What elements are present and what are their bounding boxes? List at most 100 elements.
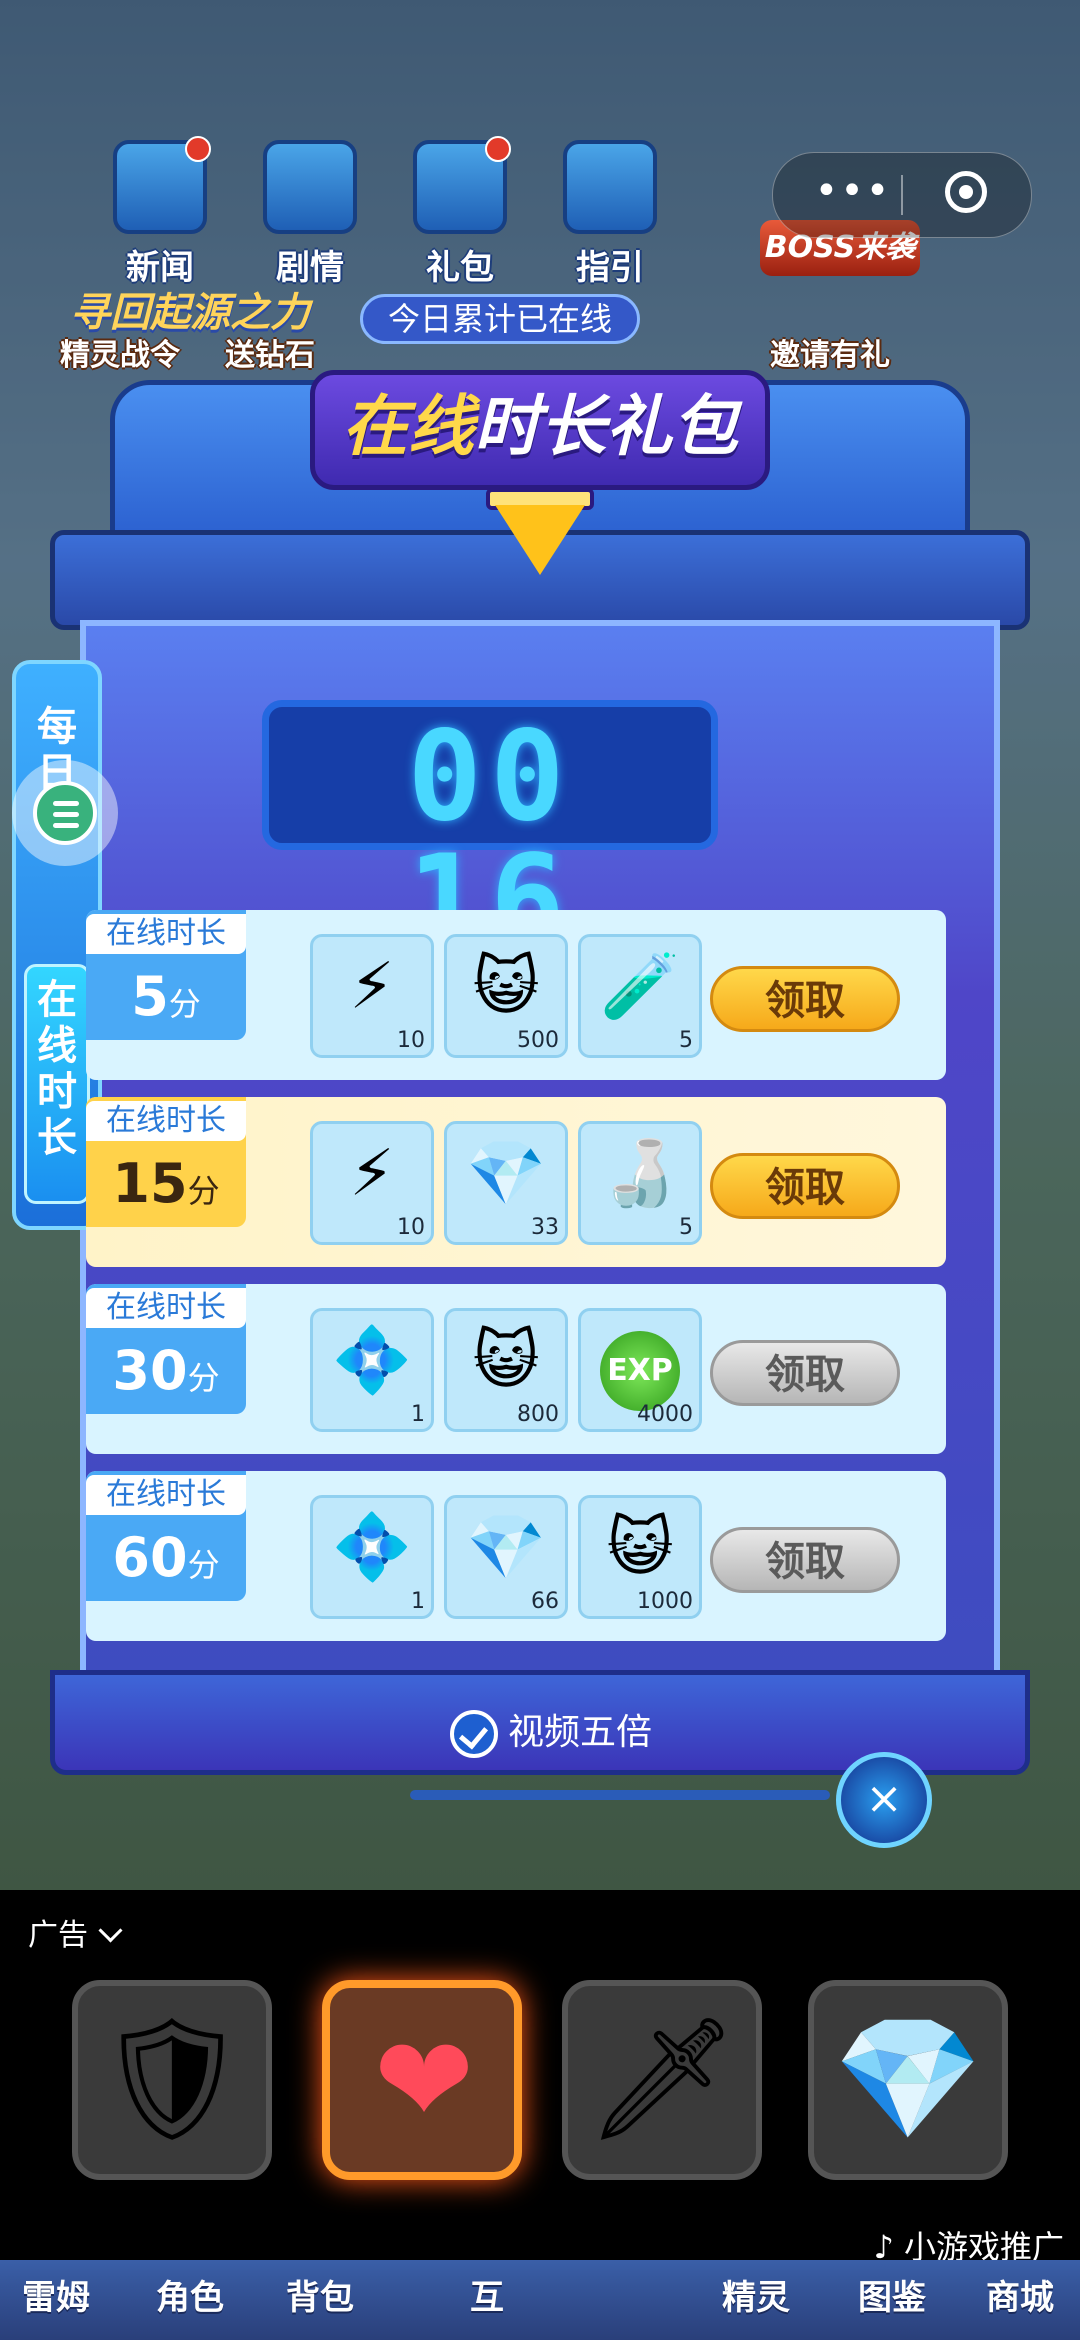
reward-row: 在线时长 60分 💠 1 💎 66 😺 1000 领取 <box>86 1471 946 1641</box>
reward-row: 在线时长 30分 💠 1 😺 800 EXP 4000 领取 <box>86 1284 946 1454</box>
claim-button-disabled[interactable]: 领取 <box>710 1340 900 1406</box>
menu-guide[interactable]: 指引 <box>555 140 665 289</box>
duration-minutes: 30分 <box>86 1336 246 1413</box>
nav-item[interactable]: 背包 <box>286 2270 354 2319</box>
bottom-nav: 雷姆 角色 背包 互 精灵 图鉴 商城 <box>0 2260 1080 2340</box>
menu-guide-label: 指引 <box>576 248 644 288</box>
title-highlight: 在线 <box>342 388 474 465</box>
duration-tag: 在线时长 5分 <box>86 910 246 1040</box>
diamond-icon: 💎 <box>833 2010 983 2149</box>
menu-gift-label: 礼包 <box>426 248 494 288</box>
duration-tag: 在线时长 15分 <box>86 1097 246 1227</box>
reward-item[interactable]: 💎 66 <box>444 1495 568 1619</box>
reward-count: 33 <box>531 1215 559 1240</box>
video-five-times-option[interactable]: 视频五倍 <box>450 1705 652 1761</box>
chevron-down-icon <box>98 1918 123 1943</box>
nav-item[interactable]: 互 <box>470 2270 504 2319</box>
cat-coin-icon: 😺 <box>606 1511 674 1585</box>
gem-icon <box>495 505 585 575</box>
nav-item[interactable]: 雷姆 <box>22 2270 90 2319</box>
menu-story[interactable]: 剧情 <box>255 140 365 289</box>
reward-count: 4000 <box>637 1402 693 1427</box>
reward-item[interactable]: EXP 4000 <box>578 1308 702 1432</box>
tab-online-time[interactable]: 在线时长 <box>24 964 90 1204</box>
blue-crystal-icon: 💎 <box>466 1137 546 1211</box>
duration-minutes-value: 15 <box>112 1152 188 1215</box>
nav-item[interactable]: 图鉴 <box>858 2270 926 2319</box>
reward-count: 500 <box>517 1028 559 1053</box>
duration-tag-label: 在线时长 <box>86 1288 246 1328</box>
guide-icon <box>563 140 657 234</box>
reward-item[interactable]: 😺 800 <box>444 1308 568 1432</box>
duration-unit: 分 <box>187 1546 220 1584</box>
nav-item[interactable]: 角色 <box>156 2270 224 2319</box>
nav-item[interactable]: 商城 <box>986 2270 1054 2319</box>
menu-gift[interactable]: 礼包 <box>405 136 515 289</box>
energy-coin-icon: ⚡ <box>349 950 395 1024</box>
news-icon <box>113 136 211 234</box>
close-miniprogram-icon[interactable] <box>945 171 987 213</box>
duration-tag-label: 在线时长 <box>86 914 246 954</box>
reward-count: 1 <box>411 1589 425 1614</box>
reward-item[interactable]: 🍶 5 <box>578 1121 702 1245</box>
close-panel-button[interactable]: × <box>836 1752 932 1848</box>
cat-coin-icon: 😺 <box>472 950 540 1024</box>
exp-orb-icon: EXP <box>600 1331 680 1411</box>
reward-item[interactable]: ⚡ 10 <box>310 934 434 1058</box>
duration-minutes: 15分 <box>86 1149 246 1226</box>
story-icon <box>263 140 357 234</box>
duration-minutes-value: 60 <box>112 1526 188 1589</box>
claim-button[interactable]: 领取 <box>710 966 900 1032</box>
reward-item[interactable]: ⚡ 10 <box>310 1121 434 1245</box>
blue-crystal-icon: 💎 <box>466 1511 546 1585</box>
today-online-label: 今日累计已在线 <box>360 294 640 344</box>
reward-item[interactable]: 🧪 5 <box>578 934 702 1058</box>
claim-button-disabled[interactable]: 领取 <box>710 1527 900 1593</box>
duration-minutes: 5分 <box>86 962 246 1039</box>
duration-unit: 分 <box>187 1359 220 1397</box>
reward-row: 在线时长 5分 ⚡ 10 😺 500 🧪 5 领取 <box>86 910 946 1080</box>
ad-label-text: 广告 <box>28 1918 88 1953</box>
online-timer: 00 16 <box>262 700 718 963</box>
duration-tag: 在线时长 30分 <box>86 1284 246 1414</box>
list-icon <box>33 781 97 845</box>
reward-item[interactable]: 💠 1 <box>310 1495 434 1619</box>
ad-item-slot[interactable]: 🛡 <box>72 1980 272 2180</box>
nav-item[interactable]: 精灵 <box>722 2270 790 2319</box>
duration-minutes-value: 30 <box>112 1339 188 1402</box>
ad-item-slot[interactable]: 💎 <box>808 1980 1008 2180</box>
diamond-entry[interactable]: 送钻石 <box>180 330 360 374</box>
ad-item-slot-highlighted[interactable]: ❤ <box>322 1980 522 2180</box>
shield-icon: 🛡 <box>95 2010 249 2149</box>
ad-label[interactable]: 广告 <box>28 1910 123 1954</box>
menu-news[interactable]: 新闻 <box>105 136 215 289</box>
duration-tag-label: 在线时长 <box>86 1101 246 1141</box>
reward-item[interactable]: 😺 1000 <box>578 1495 702 1619</box>
checkbox-checked-icon[interactable] <box>450 1710 498 1758</box>
title-rest: 时长礼包 <box>474 388 738 465</box>
claim-button[interactable]: 领取 <box>710 1153 900 1219</box>
more-icon[interactable]: ••• <box>813 171 893 217</box>
reward-item[interactable]: 💠 1 <box>310 1308 434 1432</box>
duration-minutes: 60分 <box>86 1523 246 1600</box>
reward-count: 800 <box>517 1402 559 1427</box>
sword-icon: 🗡 <box>585 2010 739 2149</box>
reward-item[interactable]: 😺 500 <box>444 934 568 1058</box>
reward-item[interactable]: 💎 33 <box>444 1121 568 1245</box>
invite-entry[interactable]: 邀请有礼 <box>740 330 920 374</box>
list-menu-button[interactable] <box>12 760 118 866</box>
reward-count: 10 <box>397 1215 425 1240</box>
reward-count: 1000 <box>637 1589 693 1614</box>
reward-count: 5 <box>679 1028 693 1053</box>
capsule-divider <box>901 175 903 215</box>
reward-count: 1 <box>411 1402 425 1427</box>
reward-row: 在线时长 15分 ⚡ 10 💎 33 🍶 5 领取 <box>86 1097 946 1267</box>
duration-tag: 在线时长 60分 <box>86 1471 246 1601</box>
progress-track <box>410 1790 830 1800</box>
cat-coin-icon: 😺 <box>472 1324 540 1398</box>
reward-count: 5 <box>679 1215 693 1240</box>
heart-icon: ❤ <box>373 2012 475 2151</box>
red-potion-icon: 🧪 <box>600 950 680 1024</box>
duration-minutes-value: 5 <box>131 965 169 1028</box>
ad-item-slot[interactable]: 🗡 <box>562 1980 762 2180</box>
